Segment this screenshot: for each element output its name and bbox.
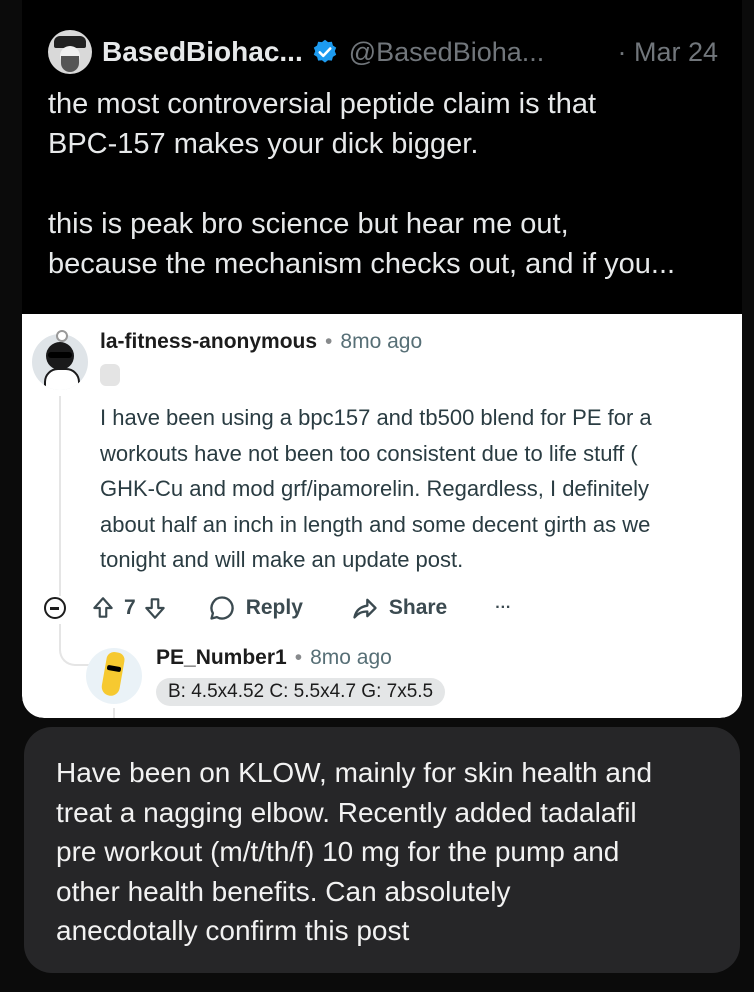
downvote-icon bbox=[144, 598, 165, 619]
comment-time: 8mo ago bbox=[340, 330, 423, 353]
upvote-icon bbox=[93, 597, 113, 618]
comment-meta: la-fitness-anonymous • 8mo ago bbox=[100, 330, 422, 354]
reply-bubble-icon bbox=[210, 596, 234, 620]
avatar-antenna-icon bbox=[56, 330, 68, 342]
more-options-icon: ··· bbox=[495, 599, 512, 616]
comment-line: workouts have not been too consistent du… bbox=[100, 440, 638, 466]
comment-actions: 7 Reply Share ··· bbox=[44, 594, 511, 622]
author-name[interactable]: BasedBiohac... bbox=[102, 36, 303, 68]
message-line: anecdotally confirm this post bbox=[56, 915, 410, 946]
vote-count: 7 bbox=[124, 596, 136, 619]
reply-avatar bbox=[86, 648, 142, 704]
reply-flair-badge: B: 4.5x4.52 C: 5.5x4.7 G: 7x5.5 bbox=[156, 678, 446, 706]
reddit-comment-screenshot: la-fitness-anonymous • 8mo ago I have be… bbox=[22, 314, 742, 718]
message-line: pre workout (m/t/th/f) 10 mg for the pum… bbox=[56, 836, 620, 867]
share-arrow-icon bbox=[353, 598, 377, 619]
comment-line: I have been using a bpc157 and tb500 ble… bbox=[100, 405, 652, 430]
reply-meta: PE_Number1 • 8mo ago bbox=[156, 646, 392, 670]
share-label: Share bbox=[388, 596, 448, 619]
reply-username: PE_Number1 bbox=[156, 646, 287, 669]
share-button: Share bbox=[351, 594, 447, 622]
tweet-date[interactable]: · Mar 24 bbox=[617, 37, 718, 68]
collapse-thread-icon bbox=[44, 597, 66, 619]
tweet-line: this is peak bro science but hear me out… bbox=[48, 208, 569, 240]
comment-line: about half an inch in length and some de… bbox=[100, 511, 651, 537]
author-avatar[interactable] bbox=[48, 30, 92, 74]
comment-line: tonight and will make an update post. bbox=[100, 547, 464, 572]
author-handle[interactable]: @BasedBioha... bbox=[349, 37, 545, 68]
meta-separator: • bbox=[294, 646, 303, 669]
commenter-username: la-fitness-anonymous bbox=[100, 330, 318, 353]
message-text: Have been on KLOW, mainly for skin healt… bbox=[56, 753, 720, 951]
thread-line bbox=[59, 396, 61, 596]
tweet-line: the most controversial peptide claim is … bbox=[48, 88, 597, 120]
quoted-tweet-card[interactable]: BasedBiohac... @BasedBioha... · Mar 24 t… bbox=[22, 0, 742, 718]
reply-button: Reply bbox=[208, 594, 303, 622]
message-line: other health benefits. Can absolutely bbox=[56, 875, 511, 907]
message-bubble[interactable]: Have been on KLOW, mainly for skin healt… bbox=[24, 727, 740, 973]
message-line: Have been on KLOW, mainly for skin healt… bbox=[56, 757, 653, 788]
tweet-line: BPC-157 makes your dick bigger. bbox=[48, 128, 479, 160]
reply-label: Reply bbox=[245, 596, 303, 619]
meta-separator: • bbox=[325, 330, 333, 353]
commenter-avatar bbox=[32, 334, 88, 390]
reply-thread-line bbox=[113, 708, 115, 718]
reply-time: 8mo ago bbox=[310, 646, 392, 669]
tweet-header: BasedBiohac... @BasedBioha... · Mar 24 bbox=[48, 30, 718, 74]
tweet-line: because the mechanism checks out, and if… bbox=[48, 248, 676, 280]
user-flair-placeholder bbox=[100, 364, 120, 386]
verified-badge-icon bbox=[313, 39, 336, 63]
comment-line: GHK-Cu and mod grf/ipamorelin. Regardles… bbox=[100, 476, 650, 501]
message-line: treat a nagging elbow. Recently added ta… bbox=[56, 796, 637, 828]
comment-body: I have been using a bpc157 and tb500 ble… bbox=[100, 400, 742, 578]
tweet-text: the most controversial peptide claim is … bbox=[48, 84, 722, 284]
